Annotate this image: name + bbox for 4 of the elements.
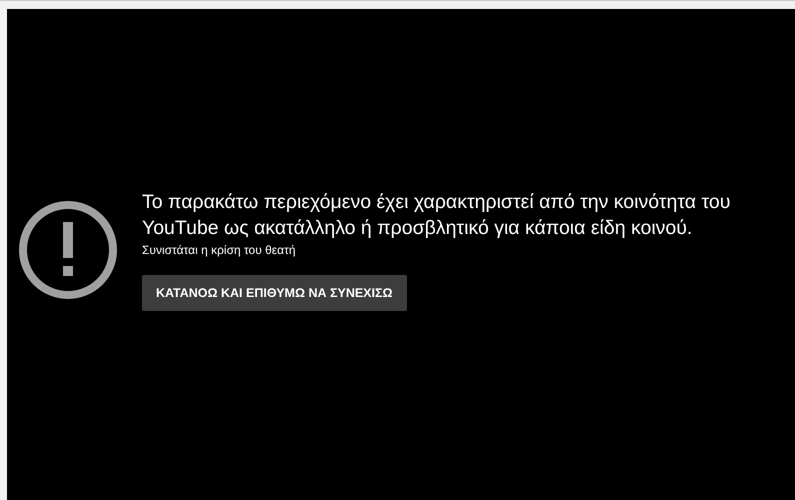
advisory-text: Συνιστάται η κρίση του θεατή xyxy=(142,242,296,256)
warning-icon xyxy=(18,200,118,300)
warning-message: Το παρακάτω περιεχόμενο έχει χαρακτηριστεί από την κοινότητα του YouTube ως ακατάλληλο ή προσβλητικό για κάποια είδη κοινού. xyxy=(142,190,732,240)
continue-button[interactable]: ΚΑΤΑΝΟΩ ΚΑΙ ΕΠΙΘΥΜΩ ΝΑ ΣΥΝΕΧΙΣΩ xyxy=(142,274,407,310)
